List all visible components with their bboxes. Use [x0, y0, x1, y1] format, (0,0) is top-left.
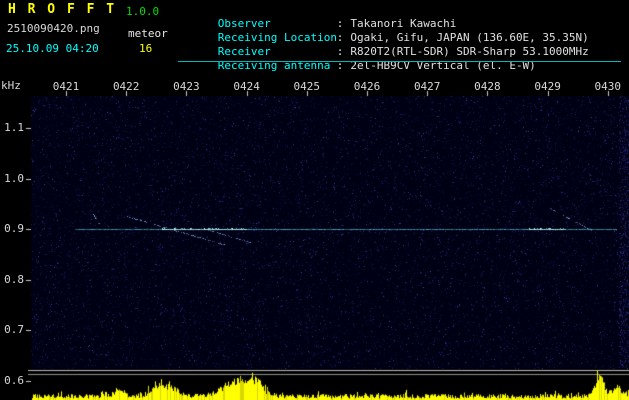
y-tick-label: 0.9 — [4, 222, 24, 235]
info-label: Observer — [217, 17, 271, 30]
app-title: H R O F F T — [8, 2, 117, 17]
y-tick-label: 0.7 — [4, 323, 24, 336]
output-filename: 2510090420.png — [7, 22, 100, 35]
x-tick-label: 0430 — [594, 80, 622, 93]
y-axis-unit-label: kHz — [1, 79, 21, 92]
app-version: 1.0.0 — [126, 5, 160, 18]
mode-label: meteor — [128, 27, 168, 40]
x-tick-label: 0421 — [52, 80, 80, 93]
timestamp: 25.10.09 04:20 — [6, 42, 99, 55]
y-tick-label: 1.1 — [4, 121, 24, 134]
info-value: Ogaki, Gifu, JAPAN (136.60E, 35.35N) — [350, 31, 589, 44]
x-tick-label: 0428 — [474, 80, 501, 93]
meteor-count: 16 — [139, 42, 153, 55]
y-tick-label: 0.6 — [4, 373, 24, 387]
x-tick-label: 0426 — [353, 80, 381, 93]
station-info: Observer: Takanori Kawachi Receiving Loca… — [178, 3, 589, 72]
y-tick-label: 0.8 — [4, 272, 24, 286]
info-value: Takanori Kawachi — [350, 17, 457, 30]
x-tick-label: 0423 — [173, 80, 200, 93]
x-tick-label: 0422 — [112, 80, 140, 93]
info-row: Observer: Takanori Kawachi — [178, 3, 589, 30]
y-tick-label: 1.0 — [4, 171, 24, 185]
hrofft-screen: H R O F F T 1.0.0 2510090420.png meteor … — [0, 0, 629, 400]
info-label: Receiver — [217, 45, 271, 58]
x-tick-label: 0429 — [534, 80, 561, 93]
x-tick-label: 0425 — [293, 80, 321, 93]
info-value: R820T2(RTL-SDR) SDR-Sharp 53.1000MHz — [350, 45, 589, 58]
info-label: Receiving Location — [217, 31, 337, 44]
x-tick-label: 0424 — [233, 80, 260, 93]
x-tick-label: 0427 — [413, 80, 441, 93]
header-underline — [178, 61, 621, 62]
